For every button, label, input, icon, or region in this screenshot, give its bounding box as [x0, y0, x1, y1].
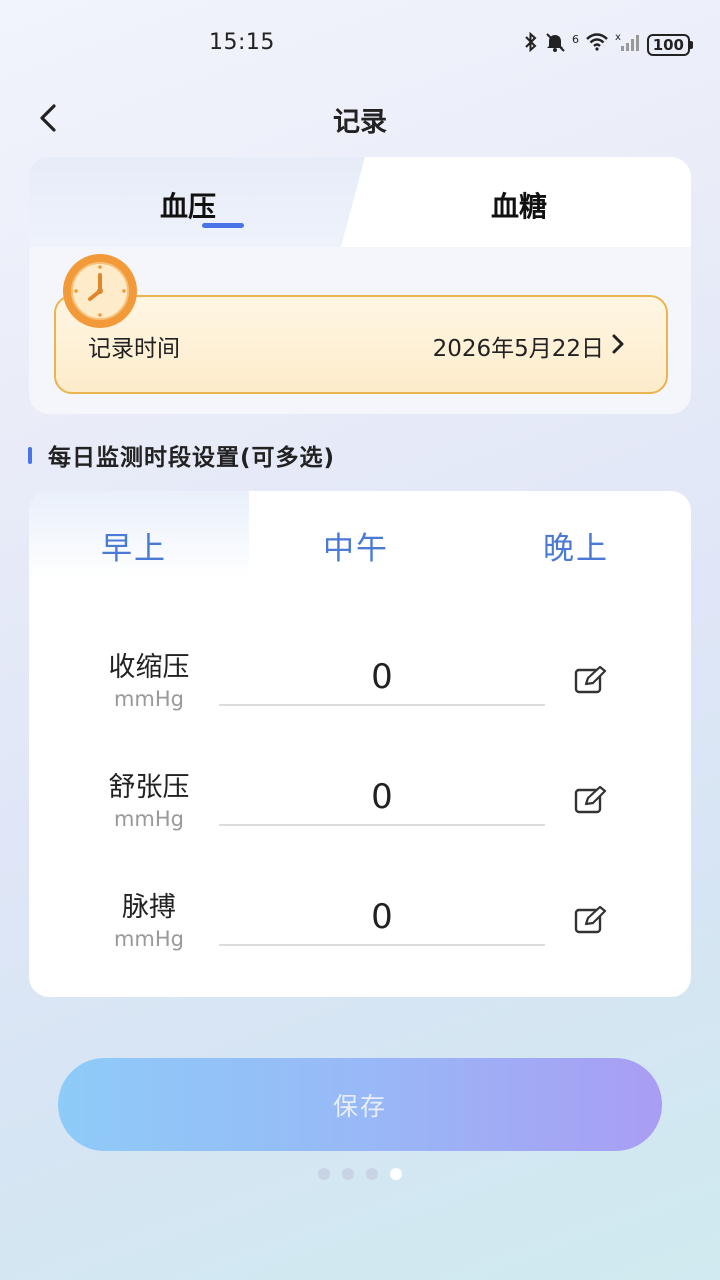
period-morning[interactable]: 早上: [101, 523, 167, 568]
page-dot: [318, 1168, 330, 1180]
section-title: 每日监测时段设置(可多选): [48, 445, 336, 471]
pulse-unit: mmHg: [113, 927, 185, 951]
wifi-icon: 6: [572, 33, 609, 56]
edit-icon[interactable]: [574, 665, 608, 695]
diastolic-underline: [219, 824, 545, 826]
save-button[interactable]: 保存: [58, 1058, 662, 1151]
status-icons: 6 x 100: [524, 31, 694, 57]
mute-bell-icon: [544, 32, 566, 57]
systolic-label: 收缩压: [108, 652, 190, 683]
tab-bar: 血压 血糖: [29, 157, 691, 247]
section-marker: [28, 446, 32, 464]
edit-icon[interactable]: [574, 905, 608, 935]
systolic-underline: [219, 704, 545, 706]
pulse-row: 脉搏 mmHg 0: [29, 881, 691, 981]
nav-bar: 记录: [0, 88, 720, 148]
page-indicator: [318, 1168, 402, 1180]
tab-blood-sugar[interactable]: 血糖: [491, 185, 547, 225]
period-evening[interactable]: 晚上: [543, 523, 609, 568]
chevron-right-icon: [612, 334, 624, 354]
status-time: 15:15: [209, 30, 275, 55]
battery-indicator: 100: [646, 33, 694, 56]
page-dot: [366, 1168, 378, 1180]
diastolic-input[interactable]: 0: [219, 777, 545, 817]
measurement-card: 早上 中午 晚上 收缩压 mmHg 0 舒张压 mmHg 0 脉搏 mmHg 0: [29, 491, 691, 997]
systolic-input[interactable]: 0: [219, 657, 545, 697]
bluetooth-icon: [524, 31, 538, 57]
record-time-value: 2026年5月22日: [432, 336, 604, 362]
systolic-unit: mmHg: [113, 687, 185, 711]
section-heading: 每日监测时段设置(可多选): [28, 440, 336, 471]
network-type: 6: [571, 33, 579, 46]
pulse-label: 脉搏: [122, 892, 176, 923]
active-tab-indicator: [202, 223, 244, 228]
pulse-input[interactable]: 0: [219, 897, 545, 937]
record-time-label: 记录时间: [88, 336, 180, 362]
edit-icon[interactable]: [574, 785, 608, 815]
record-time-selector[interactable]: 记录时间 2026年5月22日: [54, 295, 668, 394]
page-dot-active: [390, 1168, 402, 1180]
page-title: 记录: [333, 107, 387, 138]
diastolic-unit: mmHg: [113, 807, 185, 831]
tab-blood-pressure[interactable]: 血压: [160, 185, 216, 225]
pulse-underline: [219, 944, 545, 946]
signal-icon: x: [615, 32, 641, 57]
svg-text:x: x: [615, 32, 621, 43]
page-dot: [342, 1168, 354, 1180]
diastolic-row: 舒张压 mmHg 0: [29, 761, 691, 861]
clock-icon: [63, 254, 137, 328]
systolic-row: 收缩压 mmHg 0: [29, 641, 691, 741]
status-bar: 15:15 6 x 100: [0, 0, 720, 88]
diastolic-label: 舒张压: [108, 772, 190, 803]
period-noon[interactable]: 中午: [323, 523, 389, 568]
